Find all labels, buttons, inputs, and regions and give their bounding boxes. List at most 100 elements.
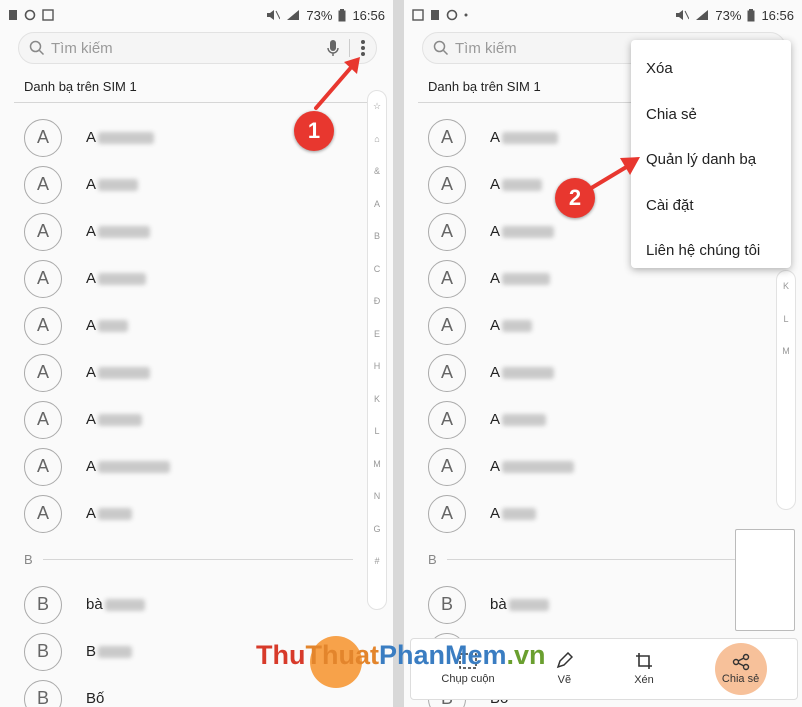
contact-name: A bbox=[490, 129, 501, 146]
index-letter[interactable]: M bbox=[782, 344, 790, 377]
index-letter[interactable]: ⌂ bbox=[374, 132, 379, 165]
contact-name: A bbox=[86, 129, 97, 146]
contact-name-wrap: bà bbox=[490, 596, 549, 613]
contact-row[interactable]: AA bbox=[428, 443, 762, 490]
contact-name: A bbox=[490, 270, 501, 287]
contact-row[interactable]: AA bbox=[24, 396, 353, 443]
contact-name: A bbox=[86, 411, 97, 428]
contact-name-wrap: A bbox=[86, 458, 171, 475]
contact-name-wrap: bà bbox=[86, 596, 145, 613]
blurred-name bbox=[502, 507, 537, 520]
contact-row[interactable]: AA bbox=[24, 349, 353, 396]
contact-row[interactable]: AA bbox=[428, 490, 762, 537]
contact-name: A bbox=[86, 364, 97, 381]
index-letter[interactable]: C bbox=[374, 262, 381, 295]
menu-item-contact-us[interactable]: Liên hệ chúng tôi bbox=[631, 228, 791, 274]
watermark-part-4: .vn bbox=[506, 640, 546, 670]
share-button[interactable]: Chia sẻ bbox=[714, 643, 767, 695]
menu-item-share[interactable]: Chia sẻ bbox=[631, 92, 791, 138]
pencil-icon bbox=[557, 652, 574, 669]
contact-row[interactable]: B Bố bbox=[24, 675, 353, 707]
battery-percent: 73% bbox=[715, 7, 742, 23]
watermark-part-2: Thuat bbox=[305, 640, 379, 670]
index-letter[interactable]: G bbox=[373, 522, 380, 555]
contact-name: A bbox=[86, 317, 97, 334]
menu-item-manage-contacts[interactable]: Quản lý danh bạ bbox=[631, 137, 791, 183]
contact-row[interactable]: AA bbox=[24, 490, 353, 537]
index-letter[interactable]: Đ bbox=[374, 294, 381, 327]
index-letter[interactable]: E bbox=[374, 327, 380, 360]
contact-row[interactable]: Bbà bbox=[428, 581, 762, 628]
search-placeholder[interactable]: Tìm kiếm bbox=[51, 40, 327, 57]
contact-avatar: A bbox=[428, 494, 466, 533]
index-letter[interactable]: N bbox=[374, 489, 381, 522]
alphabet-index[interactable]: ☆ ⌂ & A B C Đ E H K L M N G # bbox=[367, 90, 387, 610]
contact-row[interactable]: AA bbox=[24, 161, 353, 208]
blurred-name bbox=[98, 645, 133, 658]
gallery-icon bbox=[42, 9, 54, 21]
index-letter[interactable]: H bbox=[374, 359, 381, 392]
sync-icon bbox=[24, 9, 36, 21]
contact-avatar: A bbox=[24, 118, 62, 157]
contact-name-wrap: Bố bbox=[86, 690, 104, 707]
contact-avatar: A bbox=[428, 165, 466, 204]
contact-row[interactable]: AA bbox=[24, 302, 353, 349]
index-letter[interactable]: L bbox=[783, 312, 788, 345]
contact-name: A bbox=[490, 223, 501, 240]
blurred-name bbox=[502, 272, 551, 285]
index-letter[interactable]: ☆ bbox=[373, 99, 381, 132]
blurred-name bbox=[502, 178, 543, 191]
blurred-name bbox=[98, 366, 151, 379]
contact-name-wrap: A bbox=[490, 317, 533, 334]
status-bar: 73% 16:56 bbox=[404, 0, 802, 30]
index-letter[interactable]: # bbox=[374, 554, 379, 587]
search-icon bbox=[433, 40, 449, 56]
menu-item-delete[interactable]: Xóa bbox=[631, 46, 791, 92]
index-letter[interactable]: A bbox=[374, 197, 380, 230]
blurred-name bbox=[104, 598, 145, 611]
screenshot-thumbnail[interactable] bbox=[735, 529, 795, 631]
alphabet-index[interactable]: KLM bbox=[776, 270, 796, 510]
contact-name-wrap: A bbox=[86, 411, 143, 428]
index-letter[interactable]: B bbox=[374, 229, 380, 262]
contact-row[interactable]: AA bbox=[24, 208, 353, 255]
section-header-b: B bbox=[24, 537, 353, 581]
contact-name-wrap: A bbox=[490, 411, 547, 428]
section-letter: B bbox=[428, 551, 437, 567]
menu-item-settings[interactable]: Cài đặt bbox=[631, 183, 791, 229]
contact-row[interactable]: AA bbox=[428, 349, 762, 396]
contact-avatar: B bbox=[24, 632, 62, 671]
step-1-badge: 1 bbox=[294, 111, 334, 151]
draw-button[interactable]: Vẽ bbox=[555, 652, 574, 686]
contact-row[interactable]: AA bbox=[428, 302, 762, 349]
contact-name: A bbox=[490, 364, 501, 381]
section-title: Danh bạ trên SIM 1 bbox=[24, 79, 137, 94]
contact-avatar: A bbox=[428, 400, 466, 439]
index-letter[interactable]: K bbox=[374, 392, 380, 425]
contact-avatar: B bbox=[428, 585, 466, 624]
index-letter[interactable]: L bbox=[374, 424, 379, 457]
blurred-name bbox=[98, 413, 143, 426]
clock: 16:56 bbox=[352, 7, 385, 23]
contact-avatar: A bbox=[24, 494, 62, 533]
contact-row[interactable]: AA bbox=[24, 443, 353, 490]
contact-row[interactable]: AA bbox=[24, 255, 353, 302]
contact-row[interactable]: AA bbox=[428, 396, 762, 443]
crop-button[interactable]: Xén bbox=[634, 652, 654, 686]
index-letter[interactable]: M bbox=[373, 457, 381, 490]
blurred-name bbox=[98, 131, 155, 144]
index-letter[interactable]: & bbox=[374, 164, 380, 197]
contact-name-wrap: A bbox=[86, 270, 147, 287]
dot-icon bbox=[464, 13, 468, 17]
contact-avatar: A bbox=[24, 447, 62, 486]
index-letter[interactable]: K bbox=[783, 279, 789, 312]
contact-list[interactable]: AAAAAAAAAAAAAAAAAABBbàBBBBố bbox=[24, 114, 353, 707]
section-letter: B bbox=[24, 551, 33, 567]
section-title: Danh bạ trên SIM 1 bbox=[428, 79, 541, 94]
contact-name-wrap: A bbox=[86, 317, 129, 334]
contact-row[interactable]: Bbà bbox=[24, 581, 353, 628]
section-divider bbox=[42, 558, 353, 560]
contact-name-wrap: A bbox=[490, 364, 555, 381]
contact-name: A bbox=[86, 458, 97, 475]
contact-name-wrap: A bbox=[490, 223, 555, 240]
